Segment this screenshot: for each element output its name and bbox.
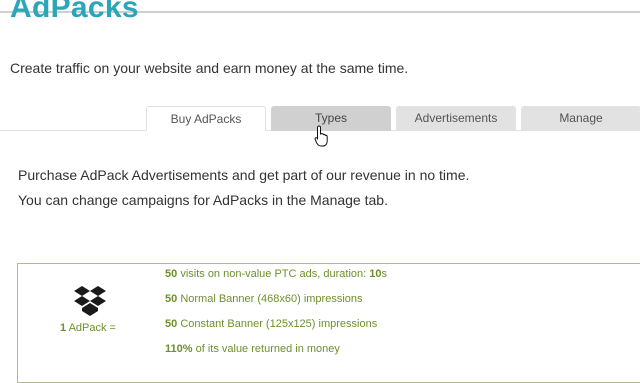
feature-value: 50 [165, 268, 178, 280]
feature-duration-unit: s [381, 268, 388, 280]
feature-value: 50 [165, 318, 178, 330]
feature-ptc-visits: 50 visits on non-value PTC ads, duration… [165, 268, 387, 280]
adpack-label-text: AdPack = [68, 322, 116, 334]
page-title: AdPacks [10, 0, 139, 24]
hand-cursor-icon [314, 125, 328, 147]
tab-types[interactable]: Types [271, 106, 391, 131]
intro-line-2: You can change campaigns for AdPacks in … [18, 192, 388, 208]
page-subtitle: Create traffic on your website and earn … [10, 60, 409, 76]
tab-buy-adpacks[interactable]: Buy AdPacks [146, 106, 266, 131]
feature-normal-banner: 50 Normal Banner (468x60) impressions [165, 293, 363, 305]
feature-text: visits on non-value PTC ads, duration: [180, 268, 367, 280]
feature-text: of its value returned in money [195, 343, 340, 355]
adpack-count: 1 [60, 322, 67, 334]
intro-line-1: Purchase AdPack Advertisements and get p… [18, 167, 470, 183]
tab-advertisements[interactable]: Advertisements [396, 106, 516, 131]
feature-value: 50 [165, 293, 178, 305]
feature-duration: 10 [369, 268, 382, 280]
tab-manage[interactable]: Manage [521, 106, 640, 131]
feature-value: 110% [165, 343, 193, 355]
feature-text: Normal Banner (468x60) impressions [180, 293, 363, 305]
feature-constant-banner: 50 Constant Banner (125x125) impressions [165, 318, 377, 330]
feature-money-return: 110% of its value returned in money [165, 343, 340, 355]
adpack-equals-label: 1 AdPack = [60, 322, 116, 334]
dropbox-icon [74, 286, 106, 316]
feature-text: Constant Banner (125x125) impressions [180, 318, 378, 330]
